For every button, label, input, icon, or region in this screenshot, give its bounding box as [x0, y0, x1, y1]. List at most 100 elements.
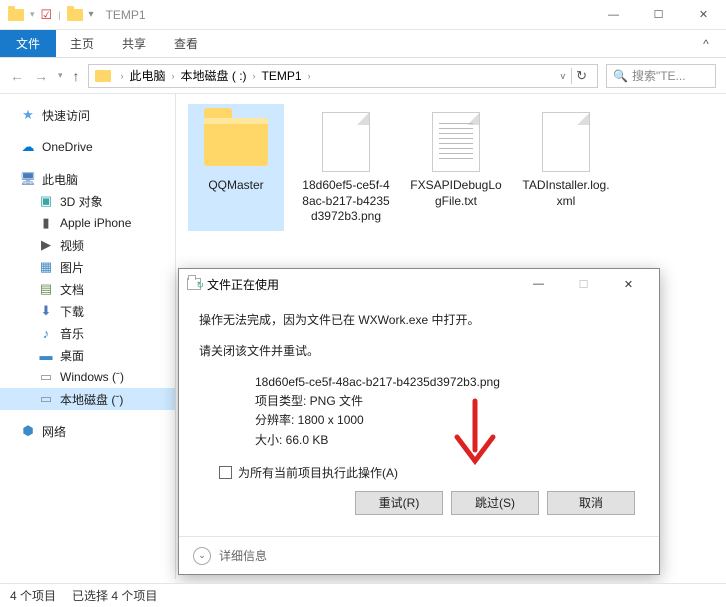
status-bar: 4 个项目 已选择 4 个项目	[0, 583, 726, 607]
expand-ribbon-icon[interactable]: ^	[686, 30, 726, 57]
dialog-file-type: 项目类型: PNG 文件	[255, 392, 639, 411]
skip-button[interactable]: 跳过(S)	[451, 491, 539, 515]
more-info-label: 详细信息	[219, 547, 267, 564]
file-tab[interactable]: 文件	[0, 30, 56, 57]
chevron-right-icon[interactable]: ›	[253, 71, 256, 81]
file-item[interactable]: TADInstaller.log.xml	[518, 104, 614, 231]
dialog-filename: 18d60ef5-ce5f-48ac-b217-b4235d3972b3.png	[255, 373, 639, 392]
chevron-down-icon: ⌄	[193, 547, 211, 565]
desktop-icon: ▬	[38, 347, 54, 363]
overflow-icon[interactable]: ▾	[89, 9, 94, 20]
network-icon: ⬢	[20, 423, 36, 439]
file-item-folder[interactable]: QQMaster	[188, 104, 284, 231]
nav-this-pc[interactable]: 🖥此电脑	[0, 168, 175, 190]
dialog-title: 文件正在使用	[207, 276, 279, 293]
nav-3d-objects[interactable]: ▣3D 对象	[0, 190, 175, 212]
retry-button[interactable]: 重试(R)	[355, 491, 443, 515]
document-icon: ▤	[38, 281, 54, 297]
search-input[interactable]: 🔍 搜索"TE...	[606, 64, 716, 88]
nav-drive-local[interactable]: ▭本地磁盘 (ˉ)	[0, 388, 175, 410]
properties-icon[interactable]: ☑	[41, 7, 53, 23]
refresh-icon[interactable]: ↻	[571, 68, 591, 84]
nav-desktop[interactable]: ▬桌面	[0, 344, 175, 366]
chevron-down-icon[interactable]: ▾	[30, 9, 35, 20]
nav-apple-iphone[interactable]: ▮Apple iPhone	[0, 212, 175, 234]
music-icon: ♪	[38, 325, 54, 341]
checkbox-icon	[219, 466, 232, 479]
ribbon-tabs: 文件 主页 共享 查看 ^	[0, 30, 726, 58]
minimize-button[interactable]: —	[591, 0, 636, 30]
dialog-minimize-button[interactable]: —	[516, 269, 561, 299]
window-controls: — ☐ ✕	[591, 0, 726, 30]
dialog-body: 操作无法完成，因为文件已在 WXWork.exe 中打开。 请关闭该文件并重试。…	[179, 299, 659, 536]
drive-icon: ▭	[38, 391, 54, 407]
dialog-file-resolution: 分辨率: 1800 x 1000	[255, 411, 639, 430]
folder-icon	[204, 118, 268, 166]
nav-videos[interactable]: ▶视频	[0, 234, 175, 256]
file-icon	[322, 112, 370, 172]
address-row: ← → ▾ ↑ › 此电脑 › 本地磁盘 ( :) › TEMP1 › v ↻ …	[0, 58, 726, 94]
breadcrumb[interactable]: 此电脑	[130, 67, 166, 84]
tab-home[interactable]: 主页	[56, 30, 108, 57]
chevron-right-icon[interactable]: ›	[172, 71, 175, 81]
file-in-use-dialog: 文件正在使用 — ☐ ✕ 操作无法完成，因为文件已在 WXWork.exe 中打…	[178, 268, 660, 575]
dialog-apply-all-checkbox[interactable]: 为所有当前项目执行此操作(A)	[199, 464, 639, 481]
checkbox-label: 为所有当前项目执行此操作(A)	[238, 464, 398, 481]
status-selected: 已选择 4 个项目	[72, 587, 157, 604]
dialog-instruction: 请关闭该文件并重试。	[199, 342, 639, 359]
nav-pictures[interactable]: ▦图片	[0, 256, 175, 278]
nav-quick-access[interactable]: ★快速访问	[0, 104, 175, 126]
phone-icon: ▮	[38, 215, 54, 231]
file-item[interactable]: FXSAPIDebugLogFile.txt	[408, 104, 504, 231]
download-icon: ⬇	[38, 303, 54, 319]
separator: |	[58, 10, 60, 20]
cancel-button[interactable]: 取消	[547, 491, 635, 515]
nav-documents[interactable]: ▤文档	[0, 278, 175, 300]
dialog-icon	[187, 278, 201, 290]
folder-icon	[8, 9, 24, 21]
pc-icon: 🖥	[20, 171, 36, 187]
picture-icon: ▦	[38, 259, 54, 275]
nav-network[interactable]: ⬢网络	[0, 420, 175, 442]
video-icon: ▶	[38, 237, 54, 253]
dialog-buttons: 重试(R) 跳过(S) 取消	[199, 491, 639, 515]
dialog-more-info[interactable]: ⌄ 详细信息	[179, 536, 659, 574]
window-title: TEMP1	[106, 8, 146, 22]
back-button[interactable]: ←	[10, 68, 24, 84]
nav-music[interactable]: ♪音乐	[0, 322, 175, 344]
dialog-window-controls: — ☐ ✕	[516, 269, 651, 299]
star-icon: ★	[20, 107, 36, 123]
history-dropdown-icon[interactable]: v	[557, 71, 570, 81]
close-button[interactable]: ✕	[681, 0, 726, 30]
dialog-titlebar[interactable]: 文件正在使用 — ☐ ✕	[179, 269, 659, 299]
dialog-close-button[interactable]: ✕	[606, 269, 651, 299]
up-button[interactable]: ↑	[73, 68, 80, 84]
file-item[interactable]: 18d60ef5-ce5f-48ac-b217-b4235d3972b3.png	[298, 104, 394, 231]
file-icon	[432, 112, 480, 172]
maximize-button[interactable]: ☐	[636, 0, 681, 30]
nav-arrows: ← → ▾ ↑	[10, 68, 80, 84]
tab-view[interactable]: 查看	[160, 30, 212, 57]
cube-icon: ▣	[38, 193, 54, 209]
dialog-file-size: 大小: 66.0 KB	[255, 431, 639, 450]
search-placeholder: 搜索"TE...	[632, 67, 686, 84]
file-label: FXSAPIDebugLogFile.txt	[410, 178, 502, 209]
dialog-file-info: 18d60ef5-ce5f-48ac-b217-b4235d3972b3.png…	[199, 373, 639, 450]
chevron-right-icon[interactable]: ›	[121, 71, 124, 81]
file-label: TADInstaller.log.xml	[520, 178, 612, 209]
nav-drive-windows[interactable]: ▭Windows (ˉ)	[0, 366, 175, 388]
address-bar[interactable]: › 此电脑 › 本地磁盘 ( :) › TEMP1 › v ↻	[88, 64, 598, 88]
file-label: QQMaster	[190, 178, 282, 194]
status-count: 4 个项目	[10, 587, 56, 604]
quick-access-toolbar: ▾ ☑ | ▾	[0, 7, 94, 23]
nav-downloads[interactable]: ⬇下载	[0, 300, 175, 322]
tab-share[interactable]: 共享	[108, 30, 160, 57]
forward-button[interactable]: →	[34, 68, 48, 84]
breadcrumb[interactable]: TEMP1	[262, 69, 302, 83]
drive-icon: ▭	[38, 369, 54, 385]
chevron-right-icon[interactable]: ›	[308, 71, 311, 81]
breadcrumb[interactable]: 本地磁盘 ( :)	[181, 67, 247, 84]
recent-locations-icon[interactable]: ▾	[58, 70, 63, 81]
navigation-pane: ★快速访问 ☁OneDrive 🖥此电脑 ▣3D 对象 ▮Apple iPhon…	[0, 94, 176, 579]
nav-onedrive[interactable]: ☁OneDrive	[0, 136, 175, 158]
